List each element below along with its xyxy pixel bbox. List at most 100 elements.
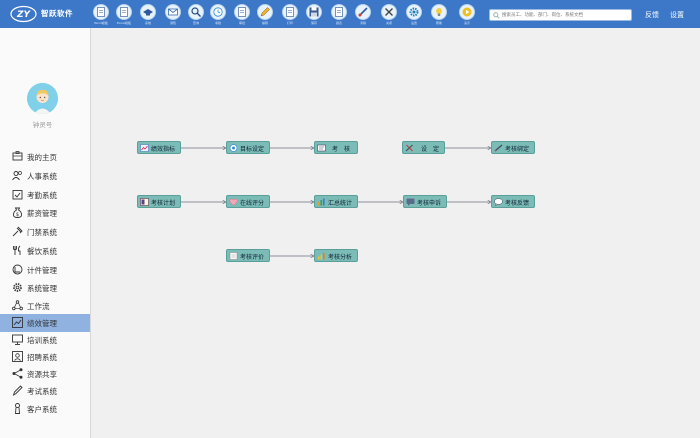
people-icon <box>12 171 22 181</box>
toolbar-button-label: 关闭 <box>385 21 392 25</box>
tools-icon <box>405 144 413 152</box>
node-label: 考核申诉 <box>417 200 442 207</box>
node-goal-setting[interactable]: 目标设定 <box>226 141 270 154</box>
node-label: 考核反馈 <box>505 200 530 207</box>
sidebar-item-8[interactable]: 工作流 <box>0 297 90 315</box>
sidebar-item-12[interactable]: 资源共享 <box>0 365 90 383</box>
toolbar-button-11[interactable] <box>355 4 371 20</box>
toolbar-button-label: 查询 <box>192 21 199 25</box>
toolbar-button-label: 审批 <box>238 21 245 25</box>
sidebar-item-label: 工作流 <box>27 302 50 311</box>
node-setup[interactable]: 设 定 <box>402 141 445 154</box>
toolbar-button-label: 演示 <box>463 21 470 25</box>
sidebar-item-label: 培训系统 <box>27 336 57 345</box>
toolbar-button-label: 打印 <box>286 21 293 25</box>
play-icon <box>462 7 472 17</box>
lightbulb-icon <box>436 8 442 16</box>
workflow-icon <box>12 300 23 311</box>
node-review[interactable]: 考核评价 <box>226 249 270 262</box>
sidebar-item-label: 门禁系统 <box>27 228 57 237</box>
share-icon <box>12 368 23 379</box>
node-evaluation[interactable]: 考 核 <box>314 141 358 154</box>
clock-icon <box>213 7 223 17</box>
utensils-icon <box>13 245 21 255</box>
node-plan[interactable]: 考核计划 <box>137 195 181 208</box>
sidebar-item-0[interactable]: 我的主页 <box>0 148 90 166</box>
pen-icon <box>12 385 23 396</box>
sidebar: 钟灵号 我的主页人事系统考勤系统 $ 薪资管理门禁系统餐饮系统计件管理系统管理工作流… <box>0 28 91 438</box>
node-label: 绩效指标 <box>151 146 176 153</box>
toolbar-button-7[interactable] <box>257 4 273 20</box>
chart-icon <box>12 317 23 328</box>
node-binding[interactable]: 考核绑定 <box>491 141 535 154</box>
sidebar-item-label: 我的主页 <box>27 153 57 162</box>
gear-icon <box>409 7 419 17</box>
logo-icon: ZY <box>10 5 37 23</box>
user-name: 钟灵号 <box>32 121 53 129</box>
node-appeal[interactable]: 考核申诉 <box>403 195 447 208</box>
toolbar-button-label: 系统 <box>144 21 151 25</box>
bar-chart-icon <box>318 198 325 206</box>
top-bar: ZY 智跃软件 Word模板 Excel模板 系统 通知 查询 考勤 审批 编辑 打印 保存 报表 清… <box>0 0 700 28</box>
node-summary[interactable]: 汇总统计 <box>314 195 358 208</box>
settings-link[interactable]: 设置 <box>670 10 684 20</box>
toolbar-button-3[interactable] <box>165 4 181 20</box>
sidebar-item-1[interactable]: 人事系统 <box>0 167 90 185</box>
toolbar-button-8[interactable] <box>282 4 298 20</box>
node-label: 在线评分 <box>240 200 265 207</box>
toolbar-button-10[interactable] <box>331 4 347 20</box>
node-online-scoring[interactable]: 在线评分 <box>226 195 270 208</box>
avatar[interactable] <box>27 83 58 114</box>
sidebar-item-2[interactable]: 考勤系统 <box>0 186 90 204</box>
sidebar-item-5[interactable]: 餐饮系统 <box>0 242 90 260</box>
toolbar-button-0[interactable] <box>93 4 109 20</box>
node-label: 汇总统计 <box>328 200 353 207</box>
node-label: 设 定 <box>421 146 440 153</box>
sidebar-item-7[interactable]: 系统管理 <box>0 279 90 297</box>
toolbar-button-label: 帮助 <box>435 21 442 25</box>
sidebar-item-3[interactable]: $ 薪资管理 <box>0 204 90 222</box>
document-icon <box>335 7 343 17</box>
node-indicators[interactable]: 绩效指标 <box>137 141 181 154</box>
sidebar-item-label: 计件管理 <box>27 266 57 275</box>
sidebar-item-13[interactable]: 考试系统 <box>0 382 90 400</box>
toolbar-button-2[interactable] <box>140 4 156 20</box>
node-feedback[interactable]: 考核反馈 <box>491 195 535 208</box>
user-avatar-icon <box>27 83 58 114</box>
toolbar-button-13[interactable] <box>406 4 422 20</box>
sidebar-item-9[interactable]: 绩效管理 <box>0 314 90 332</box>
toolbar-button-4[interactable] <box>188 4 204 20</box>
feedback-link[interactable]: 反馈 <box>645 10 659 20</box>
toolbar-button-1[interactable] <box>116 4 132 20</box>
sidebar-item-label: 客户系统 <box>27 405 57 414</box>
search-box[interactable] <box>489 9 632 21</box>
svg-text:$: $ <box>16 212 19 218</box>
toolbar-button-9[interactable] <box>306 4 322 20</box>
sidebar-item-6[interactable]: 计件管理 <box>0 261 90 279</box>
sidebar-item-14[interactable]: 客户系统 <box>0 400 90 418</box>
toolbar-button-12[interactable] <box>381 4 397 20</box>
sidebar-item-label: 人事系统 <box>27 172 57 181</box>
speech-bubble-icon <box>494 198 503 206</box>
toolbar-button-5[interactable] <box>210 4 226 20</box>
sidebar-item-11[interactable]: 招聘系统 <box>0 348 90 366</box>
toolbar-button-label: 考勤 <box>214 21 221 25</box>
recruit-icon <box>12 351 23 362</box>
search-input[interactable] <box>502 10 630 20</box>
node-analysis[interactable]: 考核分析 <box>314 249 358 262</box>
node-label: 考 核 <box>332 146 351 153</box>
hat-icon <box>143 9 153 16</box>
toolbar-button-label: 通知 <box>169 21 176 25</box>
heart-icon <box>229 198 238 206</box>
node-label: 目标设定 <box>240 146 265 153</box>
brush-icon <box>358 7 368 17</box>
toolbar-button-6[interactable] <box>234 4 250 20</box>
toolbar-button-15[interactable] <box>459 4 475 20</box>
sidebar-item-label: 绩效管理 <box>27 319 57 328</box>
document-icon <box>286 7 294 17</box>
sidebar-item-10[interactable]: 培训系统 <box>0 331 90 349</box>
toolbar-button-14[interactable] <box>431 4 447 20</box>
link-pen-icon <box>494 144 503 152</box>
sidebar-item-4[interactable]: 门禁系统 <box>0 223 90 241</box>
toolbar-button-label: Word模板 <box>94 21 108 25</box>
